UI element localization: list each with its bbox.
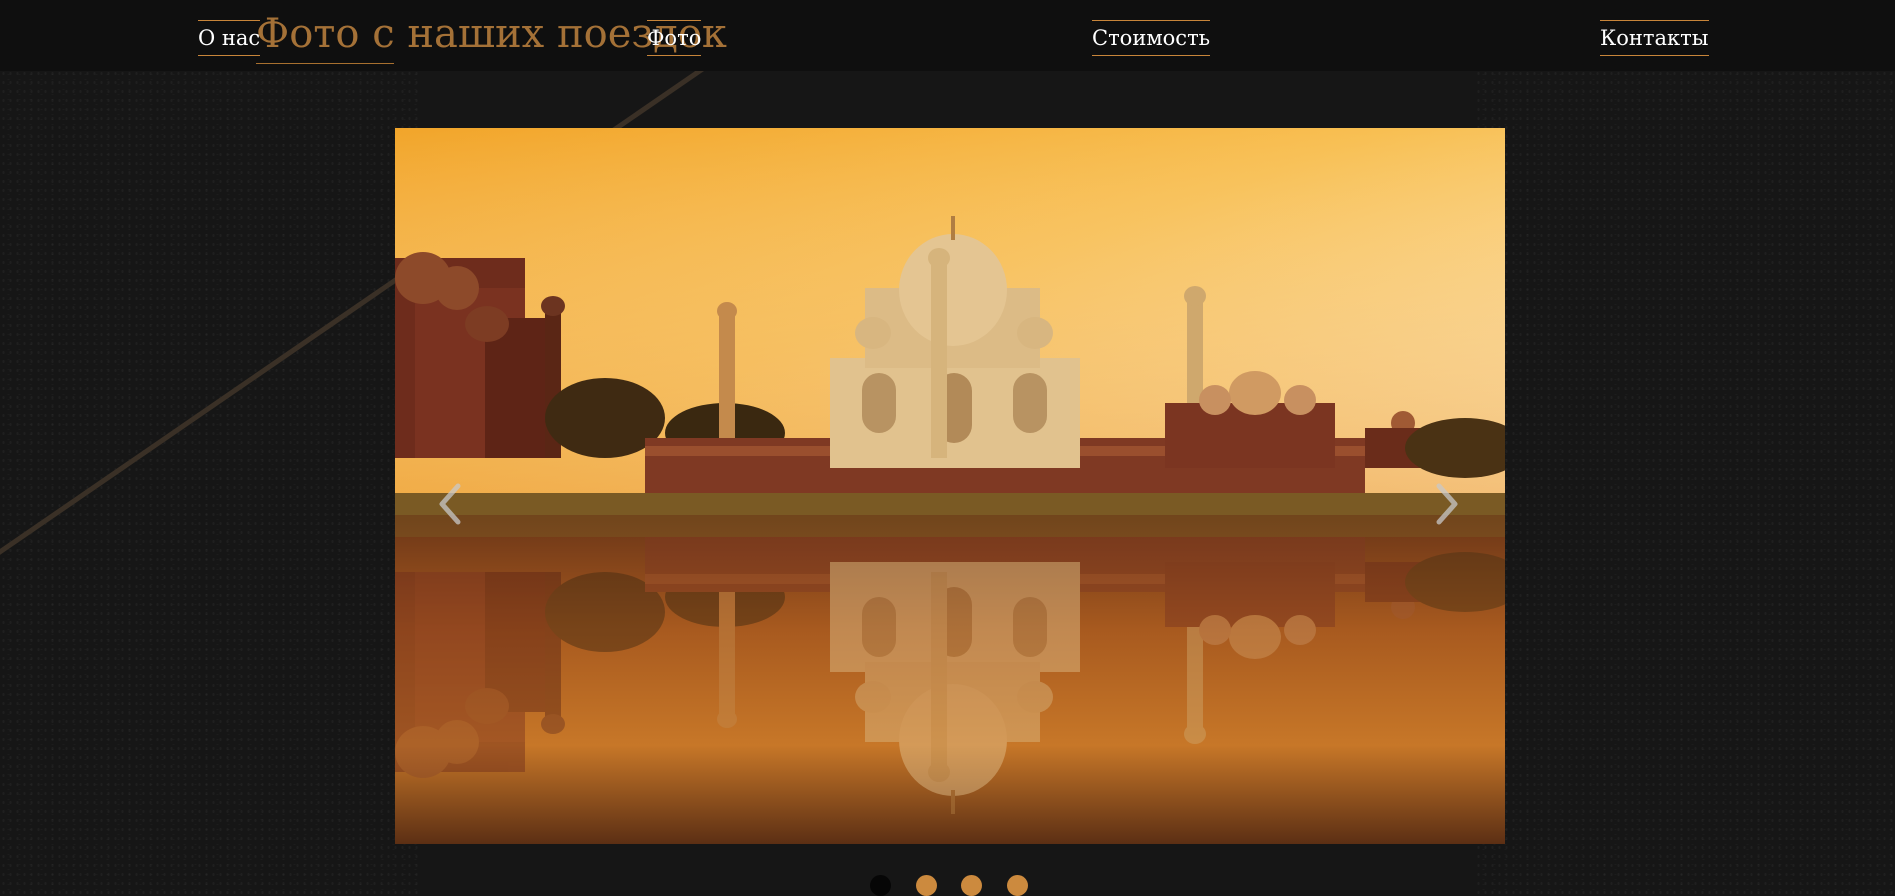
slide-image — [395, 128, 1505, 844]
background-texture-right — [1475, 60, 1895, 894]
title-underline — [256, 63, 394, 64]
nav-link-price[interactable]: Стоимость — [1092, 20, 1211, 56]
chevron-right-icon — [1436, 483, 1458, 525]
slider-next-button[interactable] — [1427, 474, 1467, 534]
nav-link-contacts[interactable]: Контакты — [1600, 20, 1709, 56]
slider-dot-1[interactable] — [870, 875, 891, 896]
background-texture-left — [0, 60, 420, 894]
slider-prev-button[interactable] — [430, 474, 470, 534]
nav-link-photo[interactable]: Фото — [647, 20, 702, 56]
slider-dot-4[interactable] — [1007, 875, 1028, 896]
top-navigation-bar: О нас Фото с наших поездок Фото Стоимост… — [0, 0, 1895, 71]
photo-slider — [395, 128, 1505, 844]
slider-dot-2[interactable] — [916, 875, 937, 896]
chevron-left-icon — [439, 483, 461, 525]
nav-link-about[interactable]: О нас — [198, 20, 261, 56]
slider-dot-3[interactable] — [961, 875, 982, 896]
